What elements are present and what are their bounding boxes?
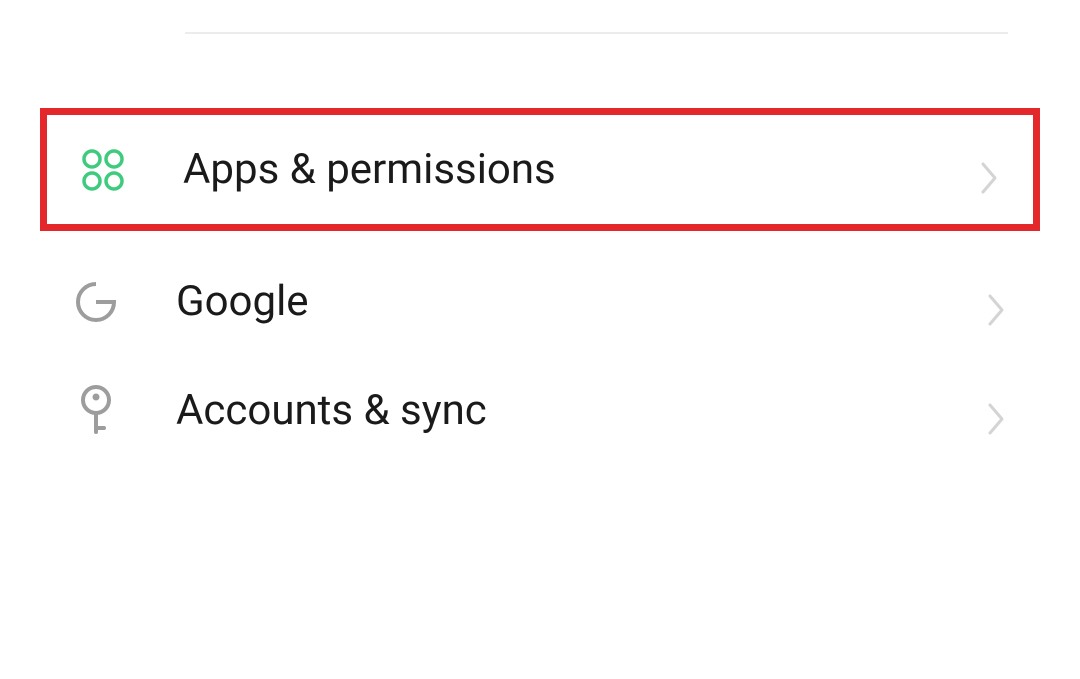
chevron-right-icon [984, 290, 1008, 314]
settings-item-accounts-sync[interactable]: Accounts & sync [40, 356, 1040, 465]
settings-item-label: Accounts & sync [176, 386, 984, 435]
chevron-right-icon [984, 399, 1008, 423]
apps-icon [79, 146, 127, 194]
chevron-right-icon [977, 158, 1001, 182]
google-icon [72, 278, 120, 326]
settings-item-apps-permissions[interactable]: Apps & permissions [40, 108, 1040, 231]
settings-item-label: Apps & permissions [183, 145, 977, 194]
key-icon [72, 387, 120, 435]
settings-item-google[interactable]: Google [40, 247, 1040, 356]
settings-item-label: Google [176, 277, 984, 326]
settings-list: Apps & permissions Google [40, 108, 1040, 465]
divider [185, 32, 1008, 34]
